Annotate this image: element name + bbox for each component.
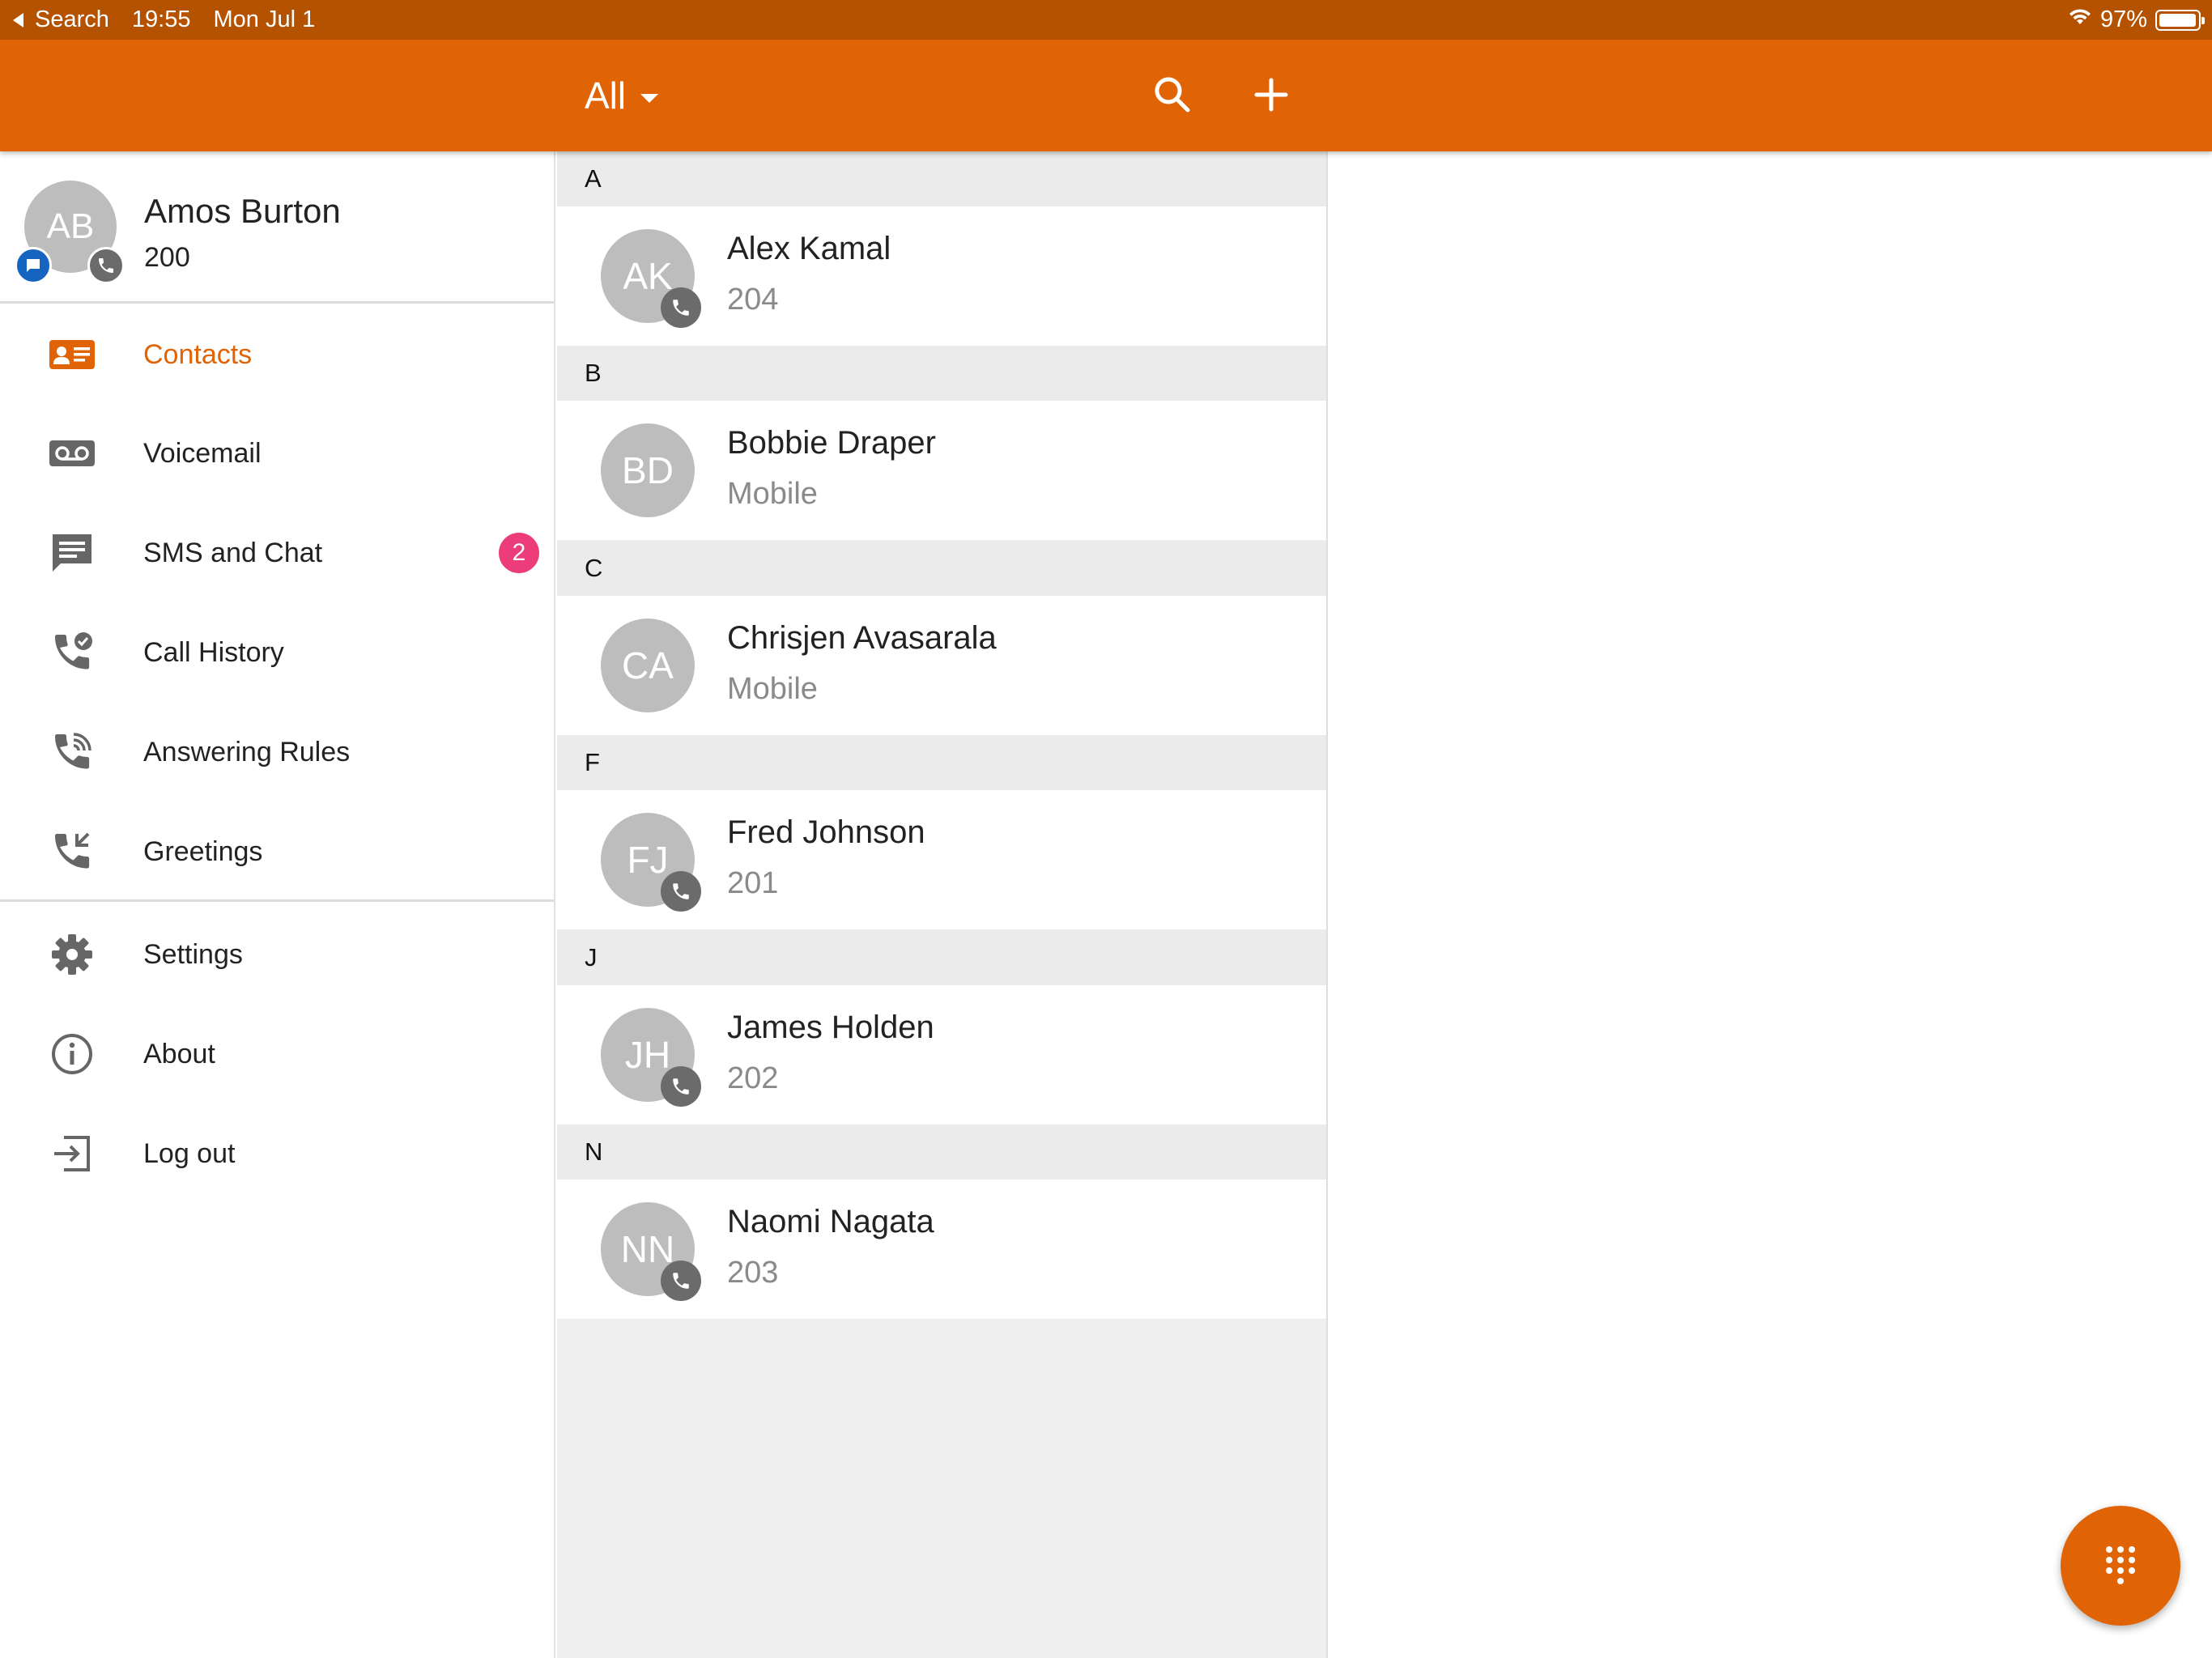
phone-icon bbox=[661, 871, 701, 912]
contact-name: Naomi Nagata bbox=[727, 1204, 934, 1239]
nav-item-contacts[interactable]: Contacts bbox=[0, 310, 554, 399]
status-time: 19:55 bbox=[131, 6, 191, 32]
answering-rules-icon bbox=[47, 727, 97, 777]
phone-status-icon bbox=[87, 247, 125, 284]
contact-name: Alex Kamal bbox=[727, 231, 891, 266]
plus-icon bbox=[1254, 78, 1288, 112]
contact-row-bobbie-draper[interactable]: BD Bobbie Draper Mobile bbox=[557, 401, 1326, 540]
contact-card-icon bbox=[47, 329, 97, 380]
add-contact-button[interactable] bbox=[1247, 70, 1295, 119]
unread-count-badge: 2 bbox=[499, 533, 539, 573]
filter-label: All bbox=[585, 74, 627, 117]
user-extension: 200 bbox=[144, 242, 190, 273]
chat-icon bbox=[47, 528, 97, 578]
nav-label: Call History bbox=[143, 636, 284, 668]
dialpad-icon bbox=[2106, 1546, 2135, 1584]
nav-item-call-history[interactable]: Call History bbox=[0, 608, 554, 697]
info-icon bbox=[47, 1029, 97, 1079]
back-label: Search bbox=[35, 6, 109, 32]
battery-fill bbox=[2159, 13, 2196, 27]
nav-divider bbox=[0, 899, 554, 902]
contact-number: 201 bbox=[727, 866, 779, 900]
avatar: CA bbox=[601, 619, 695, 712]
voicemail-icon bbox=[47, 428, 97, 478]
phone-icon bbox=[661, 287, 701, 328]
wifi-icon bbox=[2068, 6, 2092, 33]
contact-row-fred-johnson[interactable]: FJ Fred Johnson 201 bbox=[557, 790, 1326, 929]
back-to-search[interactable]: Search 19:55 Mon Jul 1 bbox=[13, 0, 315, 40]
status-bar: Search 19:55 Mon Jul 1 97% bbox=[0, 0, 2212, 40]
search-icon bbox=[1155, 77, 1190, 113]
contact-row-chrisjen-avasarala[interactable]: CA Chrisjen Avasarala Mobile bbox=[557, 596, 1326, 735]
battery-icon bbox=[2155, 9, 2205, 31]
phone-icon bbox=[661, 1066, 701, 1107]
user-profile[interactable]: AB Amos Burton 200 bbox=[0, 151, 554, 304]
sidebar: AB Amos Burton 200 Contacts Voicemail SM… bbox=[0, 151, 555, 1658]
section-header-b: B bbox=[557, 346, 1326, 401]
contact-name: Fred Johnson bbox=[727, 814, 925, 850]
nav-label: SMS and Chat bbox=[143, 537, 323, 568]
nav-label: Log out bbox=[143, 1137, 236, 1169]
status-date: Mon Jul 1 bbox=[213, 6, 316, 32]
nav-label: About bbox=[143, 1038, 215, 1069]
greetings-icon bbox=[47, 827, 97, 877]
section-header-f: F bbox=[557, 735, 1326, 790]
contact-number: 204 bbox=[727, 283, 779, 317]
avatar: BD bbox=[601, 423, 695, 517]
section-header-a: A bbox=[557, 151, 1326, 206]
nav-label: Greetings bbox=[143, 835, 263, 867]
caret-down-icon bbox=[640, 93, 659, 103]
call-history-icon bbox=[47, 627, 97, 678]
contact-filter-dropdown[interactable]: All bbox=[585, 67, 659, 124]
contact-row-alex-kamal[interactable]: AK Alex Kamal 204 bbox=[557, 206, 1326, 346]
nav-label: Answering Rules bbox=[143, 736, 351, 767]
nav-item-log-out[interactable]: Log out bbox=[0, 1109, 554, 1198]
nav-item-greetings[interactable]: Greetings bbox=[0, 807, 554, 896]
user-name: Amos Burton bbox=[144, 192, 341, 230]
nav-label: Settings bbox=[143, 938, 243, 970]
contact-number: 202 bbox=[727, 1061, 779, 1095]
search-button[interactable] bbox=[1148, 70, 1197, 119]
contact-name: Bobbie Draper bbox=[727, 425, 936, 461]
contact-number: Mobile bbox=[727, 672, 818, 706]
nav-item-about[interactable]: About bbox=[0, 1010, 554, 1099]
nav-item-sms-and-chat[interactable]: SMS and Chat 2 bbox=[0, 508, 554, 597]
section-header-j: J bbox=[557, 930, 1326, 985]
nav-item-voicemail[interactable]: Voicemail bbox=[0, 409, 554, 498]
top-toolbar: All bbox=[0, 40, 2212, 151]
contacts-list[interactable]: A AK Alex Kamal 204 B BD Bobbie Draper M… bbox=[557, 151, 1328, 1658]
nav-item-answering-rules[interactable]: Answering Rules bbox=[0, 708, 554, 797]
logout-icon bbox=[47, 1129, 97, 1179]
battery-percent: 97% bbox=[2099, 6, 2147, 32]
contact-number: 203 bbox=[727, 1256, 779, 1290]
contact-row-naomi-nagata[interactable]: NN Naomi Nagata 203 bbox=[557, 1180, 1326, 1319]
back-arrow-icon bbox=[13, 12, 23, 28]
chat-status-icon bbox=[15, 247, 52, 284]
contact-name: Chrisjen Avasarala bbox=[727, 620, 997, 656]
phone-icon bbox=[661, 1261, 701, 1301]
dialpad-button[interactable] bbox=[2061, 1506, 2180, 1626]
section-header-c: C bbox=[557, 541, 1326, 596]
contact-name: James Holden bbox=[727, 1010, 934, 1045]
nav-item-settings[interactable]: Settings bbox=[0, 910, 554, 999]
contact-number: Mobile bbox=[727, 477, 818, 511]
contact-row-james-holden[interactable]: JH James Holden 202 bbox=[557, 985, 1326, 1124]
section-header-n: N bbox=[557, 1124, 1326, 1180]
nav-label: Voicemail bbox=[143, 437, 262, 469]
nav-label: Contacts bbox=[143, 338, 253, 370]
gear-icon bbox=[47, 929, 97, 980]
